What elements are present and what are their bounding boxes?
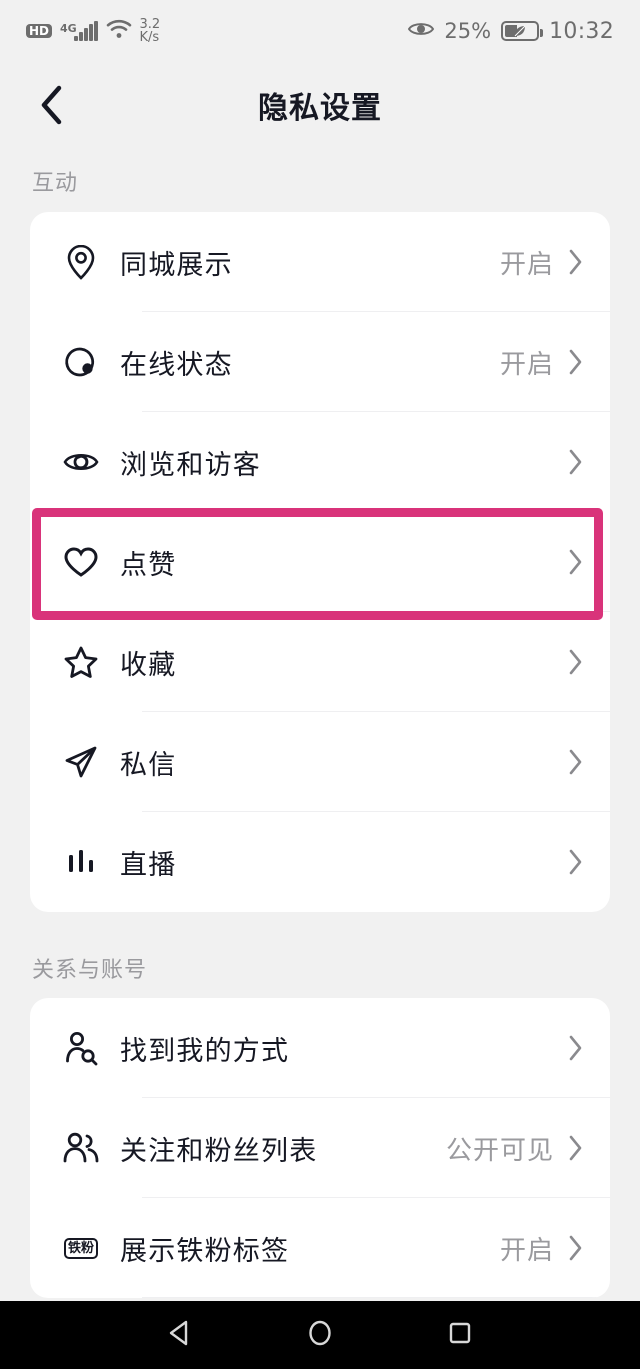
chevron-right-icon [568,648,584,676]
tiefen-badge-text: 铁粉 [63,1237,98,1259]
chevron-right-icon [568,748,584,776]
chevron-right-icon [568,848,584,876]
star-icon [54,635,108,689]
list-item-favorites[interactable]: 收藏 [30,612,610,712]
back-button[interactable] [24,77,80,133]
wifi-icon [106,19,132,43]
row-divider [142,1297,610,1298]
list-item-direct-message[interactable]: 私信 [30,712,610,812]
network-type-label: 4G [60,22,77,35]
tiefen-badge-icon: 铁粉 [54,1221,108,1275]
android-nav-bar [0,1301,640,1369]
list-item-label: 点赞 [120,549,177,581]
network-speed: 3.2 K/s [140,18,161,44]
status-bar: HD 4G 3.2 K/s 25% 10:32 [0,0,640,62]
hd-icon: HD [26,23,53,39]
chevron-right-icon [568,248,584,276]
list-item-value: 开启 [499,349,554,380]
person-search-icon [54,1021,108,1075]
recents-square-icon[interactable] [445,1318,475,1352]
people-icon [54,1121,108,1175]
list-item-value: 开启 [499,1235,554,1266]
page-header: 隐私设置 [0,62,640,148]
list-item-likes[interactable]: 点赞 [30,512,610,612]
list-item-label: 浏览和访客 [120,449,261,481]
home-circle-icon[interactable] [305,1318,335,1352]
signal-icon: 4G [60,21,98,41]
section-card-interaction: 同城展示 开启 在线状态 开启 浏览和访客 点赞 收藏 私信 直播 [30,212,610,912]
eye-comfort-icon [408,20,435,42]
list-item-label: 在线状态 [120,349,233,381]
list-item-label: 直播 [120,849,177,881]
list-item-label: 找到我的方式 [120,1035,290,1067]
chevron-right-icon [568,548,584,576]
status-bar-right: 25% 10:32 [408,19,614,44]
page-title: 隐私设置 [258,91,382,126]
list-item-live[interactable]: 直播 [30,812,610,912]
section-label-interaction: 互动 [32,171,79,196]
status-bar-left: HD 4G 3.2 K/s [26,18,160,44]
section-label-relations: 关系与账号 [32,958,148,983]
chevron-right-icon [568,1134,584,1162]
list-item-value: 开启 [499,249,554,280]
section-card-relations: 找到我的方式 关注和粉丝列表 公开可见 铁粉 展示铁粉标签 开启 [30,998,610,1298]
clock: 10:32 [549,18,614,44]
list-item-label: 同城展示 [120,249,233,281]
list-item-tongcheng[interactable]: 同城展示 开启 [30,212,610,312]
chevron-right-icon [568,1234,584,1262]
list-item-label: 收藏 [120,649,177,681]
network-speed-unit: K/s [139,30,160,45]
battery-icon [501,21,544,41]
back-triangle-icon[interactable] [165,1318,195,1352]
chevron-right-icon [568,448,584,476]
live-bars-icon [54,835,108,889]
heart-icon [54,535,108,589]
list-item-tiefen-badge[interactable]: 铁粉 展示铁粉标签 开启 [30,1198,610,1298]
list-item-label: 私信 [120,749,177,781]
eye-icon [54,435,108,489]
list-item-label: 关注和粉丝列表 [120,1135,318,1167]
phone-screen: HD 4G 3.2 K/s 25% 10:32 隐私设置 互动 同城展示 开启 … [0,0,640,1369]
list-item-following-followers[interactable]: 关注和粉丝列表 公开可见 [30,1098,610,1198]
chevron-left-icon [41,85,62,125]
list-item-online-status[interactable]: 在线状态 开启 [30,312,610,412]
list-item-find-me[interactable]: 找到我的方式 [30,998,610,1098]
chevron-right-icon [568,348,584,376]
online-status-icon [54,335,108,389]
chevron-right-icon [568,1034,584,1062]
list-item-browse-visitors[interactable]: 浏览和访客 [30,412,610,512]
battery-percent: 25% [444,19,492,43]
location-pin-icon [54,235,108,289]
list-item-label: 展示铁粉标签 [120,1235,290,1267]
list-item-value: 公开可见 [445,1135,554,1166]
paper-plane-icon [54,735,108,789]
